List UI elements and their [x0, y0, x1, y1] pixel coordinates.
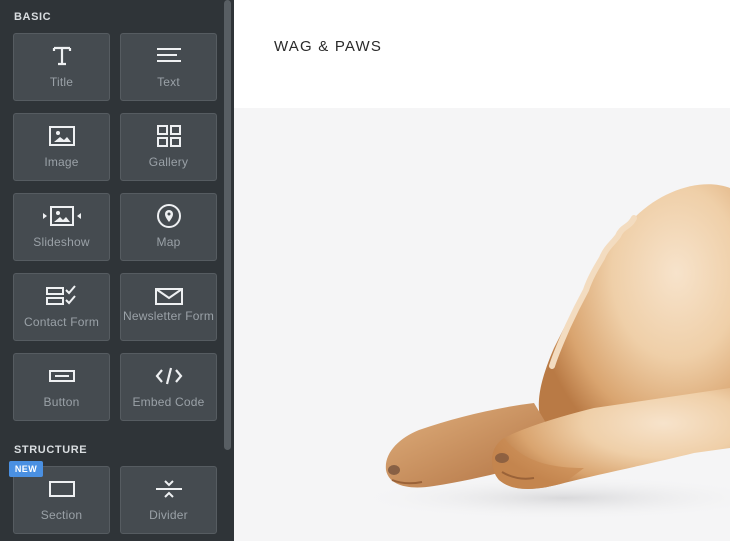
tile-label: Image: [44, 155, 79, 169]
elements-sidebar: BASIC Title Text Image Gallery Slideshow: [0, 0, 234, 541]
embed-code-icon: [121, 363, 216, 389]
tile-label: Newsletter Form: [123, 309, 215, 323]
element-tile-contact-form[interactable]: Contact Form: [13, 273, 110, 341]
page-canvas: WAG & PAWS: [234, 0, 730, 541]
site-title[interactable]: WAG & PAWS: [274, 38, 382, 55]
element-tile-newsletter-form[interactable]: Newsletter Form: [120, 273, 217, 341]
tile-label: Embed Code: [132, 395, 205, 409]
element-tile-text[interactable]: Text: [120, 33, 217, 101]
tile-label: Contact Form: [23, 315, 100, 329]
image-icon: [14, 123, 109, 149]
section-icon: [14, 476, 109, 502]
tile-label: Text: [157, 75, 180, 89]
tile-label: Gallery: [148, 155, 189, 169]
element-tile-gallery[interactable]: Gallery: [120, 113, 217, 181]
element-tile-button[interactable]: Button: [13, 353, 110, 421]
element-tile-embed-code[interactable]: Embed Code: [120, 353, 217, 421]
gallery-icon: [121, 123, 216, 149]
contact-form-icon: [14, 283, 109, 309]
tile-label: Divider: [149, 508, 188, 522]
newsletter-icon: [121, 283, 216, 309]
sidebar-scrollbar[interactable]: [224, 0, 231, 450]
element-tile-title[interactable]: Title: [13, 33, 110, 101]
golden-puppy-photo: [354, 184, 730, 520]
tile-label: Map: [156, 235, 181, 249]
slideshow-icon: [14, 203, 109, 229]
section-label-structure: STRUCTURE: [14, 444, 88, 456]
title-icon: [14, 43, 109, 69]
element-tile-map[interactable]: Map: [120, 193, 217, 261]
button-icon: [14, 363, 109, 389]
tile-label: Title: [49, 75, 74, 89]
text-icon: [121, 43, 216, 69]
element-tile-slideshow[interactable]: Slideshow: [13, 193, 110, 261]
tile-label: Button: [43, 395, 80, 409]
tile-label: Slideshow: [33, 235, 90, 249]
new-badge: NEW: [9, 461, 43, 477]
section-label-basic: BASIC: [14, 11, 52, 23]
element-tile-image[interactable]: Image: [13, 113, 110, 181]
map-pin-icon: [121, 203, 216, 229]
element-tile-divider[interactable]: Divider: [120, 466, 217, 534]
tile-label: Section: [40, 508, 83, 522]
divider-icon: [121, 476, 216, 502]
hero-image[interactable]: [234, 108, 730, 541]
